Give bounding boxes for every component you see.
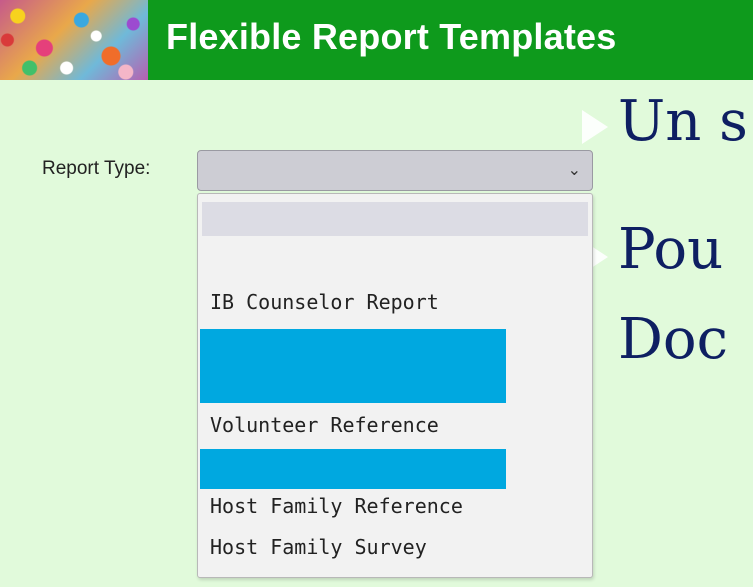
- bullet-arrow-icon: [582, 110, 608, 144]
- report-type-label: Report Type:: [42, 158, 151, 179]
- dropdown-option-host-family-survey[interactable]: Host Family Survey: [210, 532, 427, 562]
- banner-title: Flexible Report Templates: [166, 16, 617, 57]
- dropdown-option-volunteer-reference[interactable]: Volunteer Reference: [210, 410, 439, 440]
- dropdown-option-ib-counselor-report[interactable]: IB Counselor Report: [210, 287, 439, 317]
- dropdown-option-highlighted[interactable]: [200, 449, 506, 489]
- slide-line-1: Un s: [618, 89, 748, 154]
- banner-logo-image: [0, 0, 148, 80]
- slide-line-3: Doc: [618, 307, 728, 372]
- chevron-down-icon[interactable]: ⌄: [568, 160, 581, 179]
- report-type-select[interactable]: ⌄: [197, 150, 593, 191]
- dropdown-option-host-family-reference[interactable]: Host Family Reference: [210, 491, 463, 521]
- dropdown-option-highlighted[interactable]: [200, 329, 506, 403]
- dropdown-option-blank[interactable]: [202, 202, 588, 236]
- header-banner: Flexible Report Templates: [0, 0, 753, 80]
- report-type-dropdown-list: IB Counselor Report Volunteer Reference …: [197, 193, 593, 578]
- slide-line-2: Pou: [618, 217, 724, 282]
